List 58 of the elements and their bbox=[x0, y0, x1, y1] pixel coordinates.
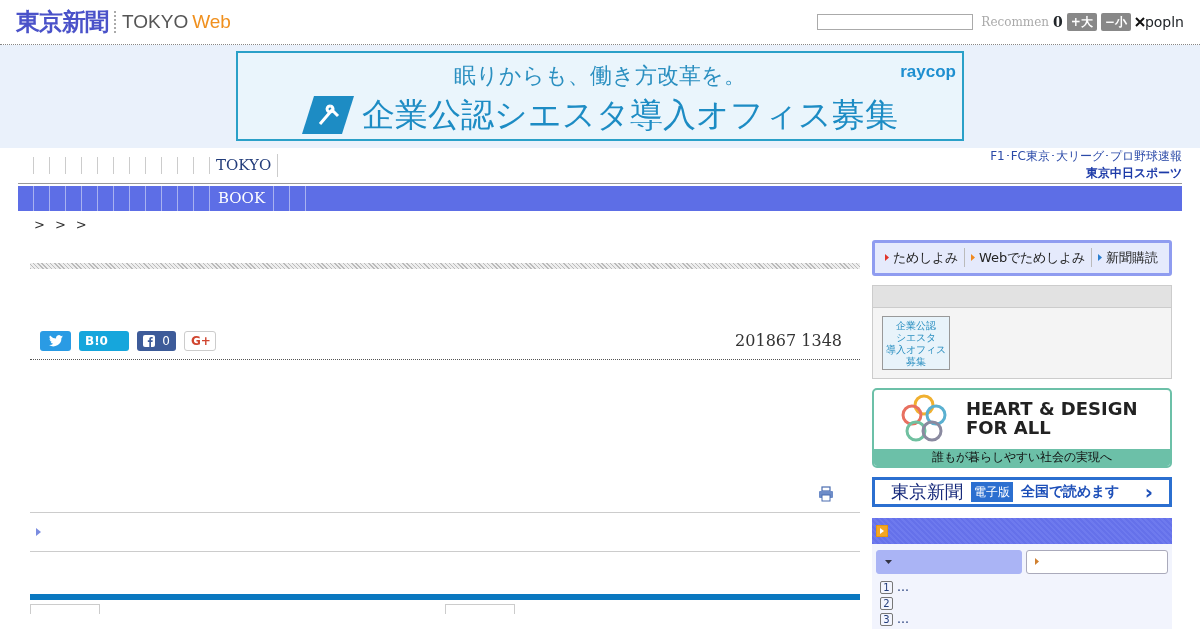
ad-thumbnail[interactable]: 企業公認 シエスタ 導入オフィス 募集 bbox=[882, 315, 950, 370]
ranking-tab[interactable] bbox=[1025, 549, 1168, 574]
f-logo-icon bbox=[143, 334, 155, 347]
font-size-button[interactable]: +大 bbox=[1066, 13, 1097, 31]
digital-edition-banner[interactable]: 東京新聞 電子版 全国で読めます › bbox=[872, 476, 1172, 507]
triangle-icon bbox=[971, 254, 975, 261]
ad-banner[interactable]: 眠りからも、働き方改革を。 企業公認シエスタ導入オフィス募集 raycop bbox=[236, 51, 964, 141]
twitter-button[interactable] bbox=[40, 330, 71, 351]
brand-logo: raycop bbox=[900, 61, 956, 83]
ranking-link[interactable]: … bbox=[897, 577, 909, 597]
share-count: 0 bbox=[162, 332, 170, 350]
tab[interactable] bbox=[445, 603, 515, 614]
rank-number: 3 bbox=[880, 612, 893, 626]
count-label: 0 bbox=[1053, 12, 1063, 32]
ranking-tab[interactable] bbox=[876, 549, 1022, 574]
sports-logo: 東京中日スポーツ bbox=[1086, 164, 1182, 182]
triangle-icon bbox=[36, 527, 41, 536]
search-field[interactable] bbox=[817, 14, 974, 30]
triangle-icon bbox=[1098, 254, 1103, 261]
popln-label: popln bbox=[1144, 12, 1184, 32]
banner-tagline: 誰もが暮らしやすい社会の実現へ bbox=[874, 448, 1170, 466]
link-text: 新聞購読 bbox=[1106, 248, 1159, 267]
rank-number: 2 bbox=[880, 596, 893, 610]
rank-number: 1 bbox=[880, 580, 893, 594]
category-link[interactable]: BOOK bbox=[210, 186, 275, 211]
font-size-button[interactable]: −小 bbox=[1100, 13, 1131, 31]
triangle-icon bbox=[1034, 558, 1039, 565]
banner-title: FOR ALL bbox=[966, 419, 1052, 438]
edition-badge: 電子版 bbox=[971, 481, 1013, 502]
ad-headline: 眠りからも、働き方改革を。 bbox=[454, 61, 746, 90]
chevron-icon: › bbox=[1144, 476, 1153, 507]
breadcrumb-separator: > bbox=[34, 216, 45, 234]
tab[interactable] bbox=[30, 603, 100, 614]
nav-link[interactable]: TOKYO bbox=[210, 154, 279, 177]
ranking-link[interactable]: … bbox=[897, 609, 909, 629]
article-date: 201867 1348 bbox=[735, 329, 842, 352]
print-icon[interactable] bbox=[818, 485, 834, 502]
breadcrumb-separator: > bbox=[75, 216, 87, 234]
triangle-icon bbox=[885, 254, 889, 261]
caret-down-icon bbox=[885, 559, 892, 564]
close-icon[interactable] bbox=[1134, 17, 1145, 27]
banner-text: 全国で読めます bbox=[1021, 482, 1119, 501]
link-text: Webでためしよみ bbox=[979, 248, 1086, 267]
play-icon bbox=[876, 524, 888, 537]
banner-logo: 東京新聞 bbox=[891, 480, 963, 504]
heart-banner[interactable]: HEART & DESIGN FOR ALL 誰もが暮らしやすい社会の実現へ bbox=[872, 387, 1172, 468]
link-text: ためしよみ bbox=[893, 248, 958, 267]
logo-text: TOKYO bbox=[122, 9, 189, 34]
logo-text[interactable]: 東京新聞 bbox=[16, 4, 108, 40]
ad-text: 企業公認シエスタ導入オフィス募集 bbox=[362, 98, 898, 131]
bird-icon bbox=[48, 335, 63, 347]
sports-text: F1･FC東京･大リーグ･プロ野球速報 bbox=[990, 149, 1182, 164]
recommend-label: Recommen bbox=[981, 14, 1049, 31]
google-button[interactable]: G+ bbox=[184, 330, 216, 351]
banner-title: HEART & DESIGN bbox=[966, 400, 1138, 419]
facebook-button[interactable]: 0 bbox=[137, 330, 176, 351]
logo-text: Web bbox=[192, 9, 231, 34]
breadcrumb-separator: > bbox=[54, 216, 66, 234]
